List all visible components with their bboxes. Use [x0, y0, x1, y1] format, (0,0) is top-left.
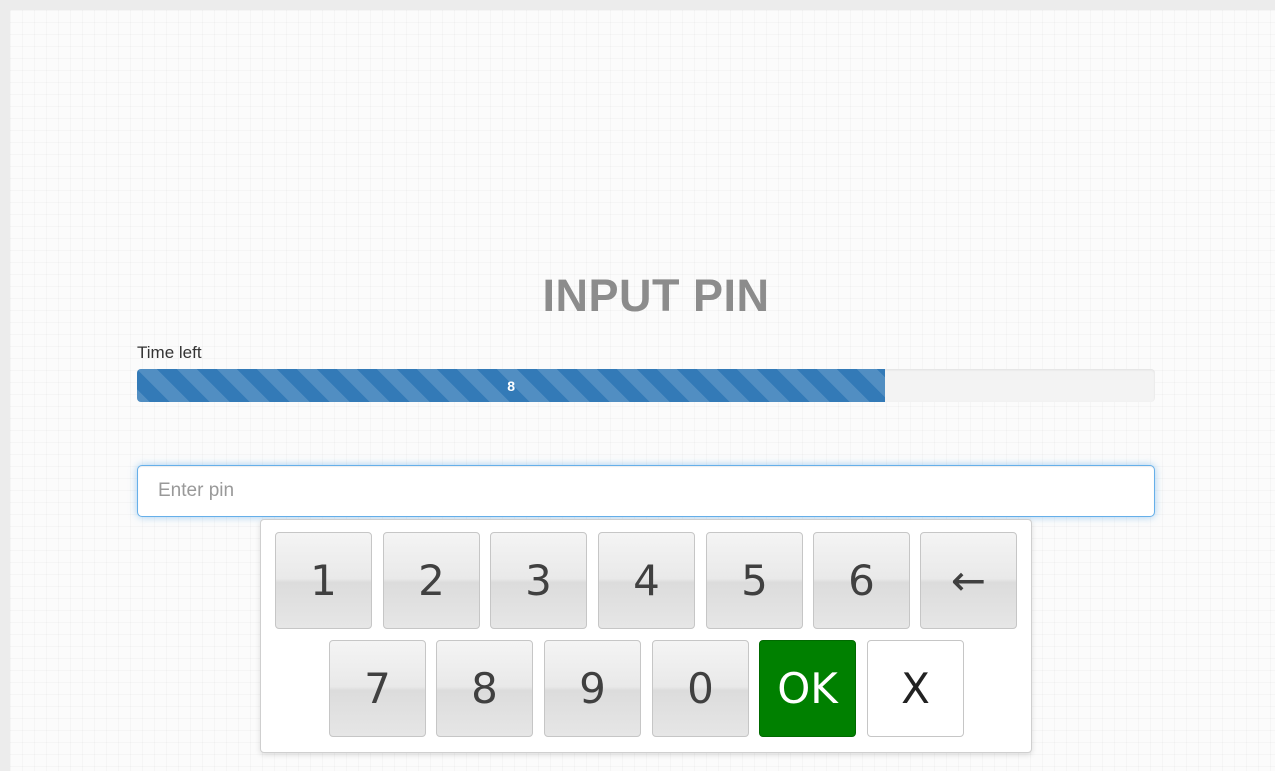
ok-button[interactable]: OK — [759, 640, 856, 737]
key-6[interactable]: 6 — [813, 532, 910, 629]
backspace-key[interactable]: ← — [920, 532, 1017, 629]
key-8[interactable]: 8 — [436, 640, 533, 737]
pin-page: INPUT PIN Time left 8 1 2 3 4 5 6 ← 7 8 … — [10, 10, 1275, 771]
time-left-progress: 8 — [137, 369, 1155, 402]
time-left-label: Time left — [137, 343, 202, 362]
time-left-value: 8 — [507, 377, 515, 394]
close-button[interactable]: X — [867, 640, 964, 737]
pin-input[interactable] — [137, 465, 1155, 517]
time-left-progress-bar: 8 — [137, 369, 886, 402]
page-title: INPUT PIN — [542, 270, 770, 321]
key-0[interactable]: 0 — [652, 640, 749, 737]
key-1[interactable]: 1 — [275, 532, 372, 629]
numeric-keypad: 1 2 3 4 5 6 ← 7 8 9 0 OK X — [260, 519, 1032, 753]
key-4[interactable]: 4 — [598, 532, 695, 629]
key-7[interactable]: 7 — [329, 640, 426, 737]
key-3[interactable]: 3 — [490, 532, 587, 629]
key-9[interactable]: 9 — [544, 640, 641, 737]
key-5[interactable]: 5 — [706, 532, 803, 629]
key-2[interactable]: 2 — [383, 532, 480, 629]
